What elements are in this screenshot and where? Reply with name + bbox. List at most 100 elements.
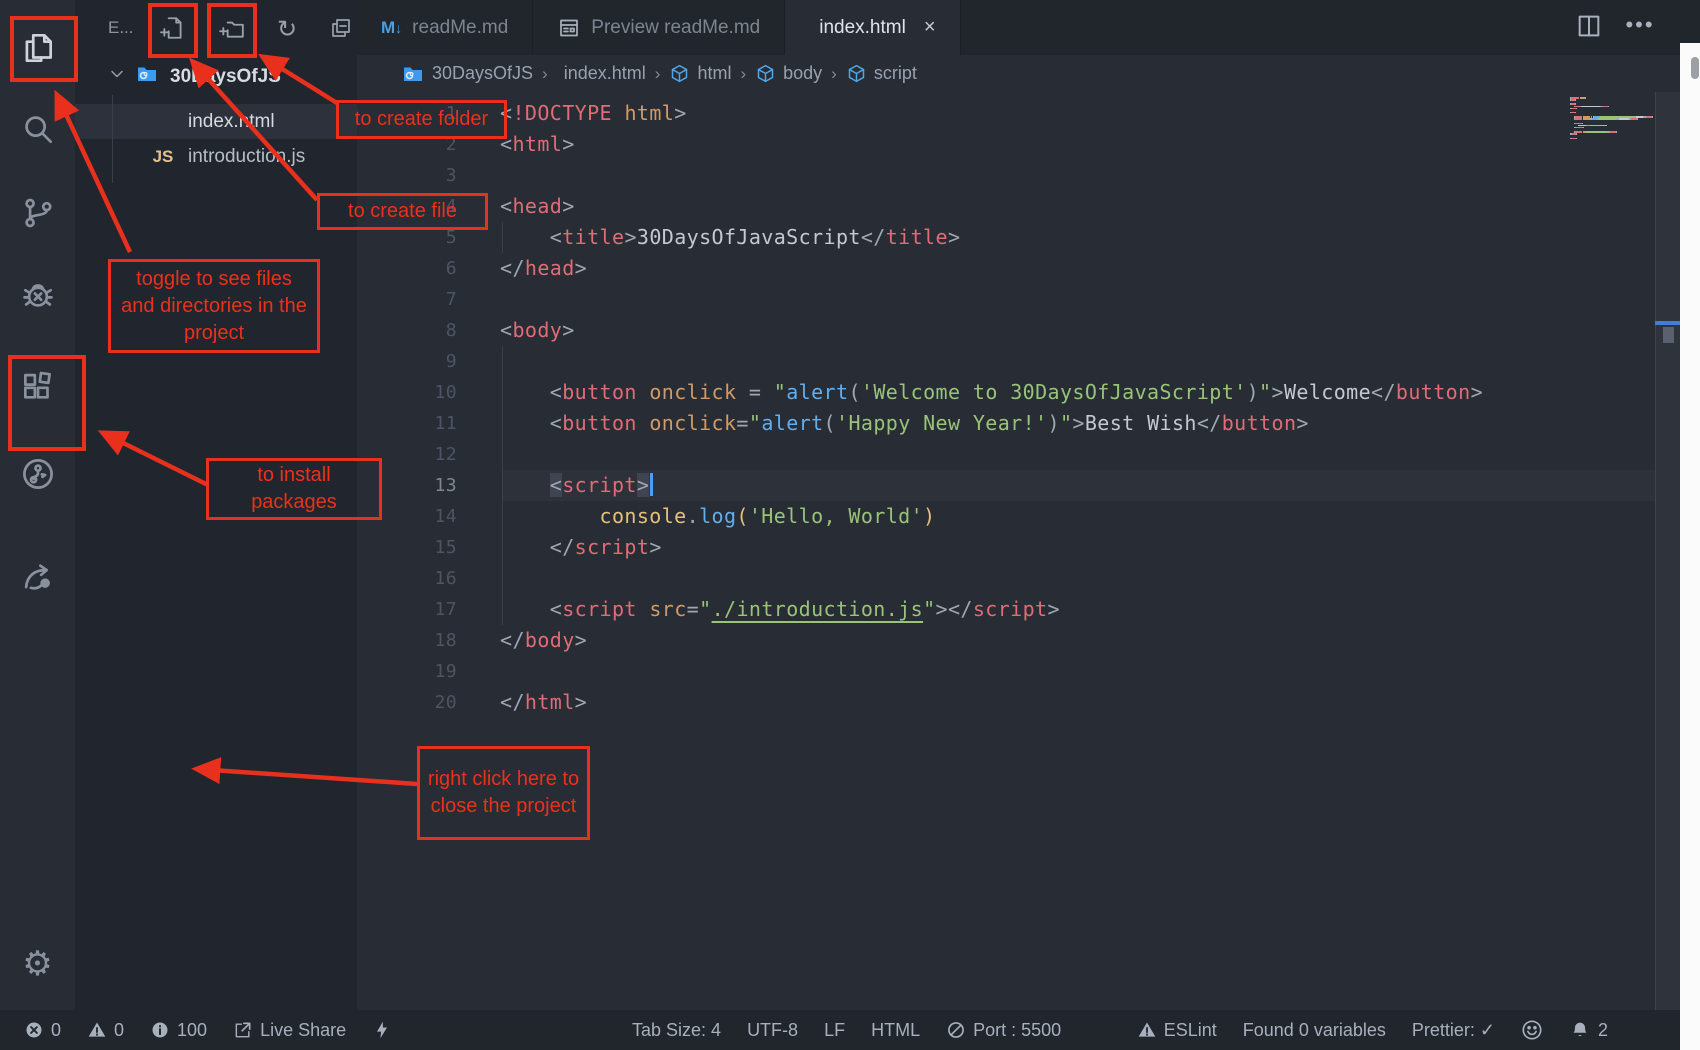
code-line-17: 17 <script src="./introduction.js"></scr… [357,594,1680,625]
breadcrumb-item-30DaysOfJS[interactable]: 30DaysOfJS [401,62,533,86]
minimap-line [1570,138,1655,140]
info-icon [150,1020,170,1040]
status-eol[interactable]: LF [824,1020,845,1041]
code-line-20: 20</html> [357,687,1680,718]
status-port[interactable]: Port : 5500 [946,1020,1061,1041]
code-editor[interactable]: 1<!DOCTYPE html>2<html>34<head>5 <title>… [357,92,1680,1010]
status-variables[interactable]: Found 0 variables [1243,1020,1386,1041]
smiley-icon [1521,1019,1543,1041]
more-actions-button[interactable]: ••• [1624,12,1656,44]
new-file-button[interactable] [153,10,193,50]
tab-bar: M↓readMe.md Preview readMe.md index.html × [357,0,1680,55]
status-label: Port : 5500 [973,1020,1061,1041]
status-notifications[interactable]: 2 [1569,1019,1608,1041]
activity-item-extensions[interactable] [0,367,75,411]
activity-item-live-share[interactable] [0,556,75,600]
gear-icon: ⚙ [22,947,52,981]
preview-icon [557,16,581,40]
code-text: <button onclick = "alert('Welcome to 30D… [500,377,1483,408]
line-number: 19 [412,656,457,687]
tab-label: Preview readMe.md [591,17,760,39]
status-tab-size[interactable]: Tab Size: 4 [632,1020,721,1041]
minimap[interactable] [1570,97,1655,140]
code-line-14: 14 console.log('Hello, World') [357,501,1680,532]
status-label: 0 [114,1020,124,1041]
status-eslint[interactable]: ESLint [1137,1020,1217,1041]
split-editor-button[interactable] [1573,12,1605,44]
breadcrumb: 30DaysOfJS›index.html›html›body›script [357,55,1680,92]
project-root-row[interactable]: 30DaysOfJS [75,60,357,94]
status-label: ESLint [1164,1020,1217,1041]
line-number: 7 [412,284,457,315]
editor-scrollbar[interactable] [1655,92,1681,1010]
status-live-share[interactable]: Live Share [233,1020,346,1041]
tab-label: index.html [819,17,906,39]
explorer-title: E... [108,18,134,38]
activity-item-settings[interactable]: ⚙ [0,942,75,986]
tree-indent-guide [112,95,113,183]
activity-item-remote-fork[interactable] [0,454,75,498]
activity-item-explorer[interactable] [0,28,75,72]
close-icon[interactable]: × [924,16,936,39]
status-feedback[interactable] [1521,1019,1543,1041]
code-text: </script> [500,532,662,563]
file-label: introduction.js [188,146,305,168]
files-icon [19,29,57,72]
line-number: 2 [412,129,457,160]
chevron-right-icon: › [831,64,837,84]
status-infos[interactable]: 100 [150,1020,207,1041]
status-quick-action[interactable] [372,1020,392,1040]
code-text: </body> [500,625,587,656]
new-folder-button[interactable] [212,10,252,50]
text-cursor [650,473,653,496]
status-label: 0 [51,1020,61,1041]
status-label: HTML [871,1020,920,1041]
line-number: 9 [412,346,457,377]
code-line-1: 1<!DOCTYPE html> [357,98,1680,129]
line-number: 16 [412,563,457,594]
activity-bar: ⚙ [0,0,75,1010]
line-number: 13 [412,470,457,501]
status-prettier[interactable]: Prettier: ✓ [1412,1020,1495,1041]
source-control-icon [19,194,57,237]
line-number: 12 [412,439,457,470]
status-language[interactable]: HTML [871,1020,920,1041]
line-number: 3 [412,160,457,191]
ellipsis-icon: ••• [1625,19,1654,37]
chevron-right-icon: › [655,64,661,84]
refresh-button[interactable]: ↻ [267,10,307,50]
collapse-all-button[interactable] [321,10,361,50]
status-warnings[interactable]: 0 [87,1020,124,1041]
status-encoding[interactable]: UTF-8 [747,1020,798,1041]
status-label: Live Share [260,1020,346,1041]
share-arrow-icon [19,557,57,600]
file-item-index.html[interactable]: index.html [75,104,357,139]
line-number: 14 [412,501,457,532]
line-number: 11 [412,408,457,439]
code-line-16: 16 [357,563,1680,594]
code-line-4: 4<head> [357,191,1680,222]
breadcrumb-item-script[interactable]: script [846,63,917,84]
scrollbar-thumb[interactable] [1663,327,1674,343]
chevron-down-icon[interactable] [107,64,127,90]
activity-item-source-control[interactable] [0,193,75,237]
tab-index.html[interactable]: index.html × [785,0,960,55]
activity-item-search[interactable] [0,109,75,153]
status-right: ESLint Found 0 variables Prettier: ✓ 2 [1137,1010,1608,1050]
project-root-label: 30DaysOfJS [170,66,281,88]
code-text: <!DOCTYPE html> [500,98,687,129]
activity-item-run-debug[interactable] [0,275,75,319]
tab-readMe.md[interactable]: M↓readMe.md [357,0,533,55]
status-label: 2 [1598,1020,1608,1041]
code-line-19: 19 [357,656,1680,687]
breadcrumb-item-body[interactable]: body [755,63,822,84]
tab-Preview readMe.md[interactable]: Preview readMe.md [533,0,785,55]
line-number: 4 [412,191,457,222]
chevron-right-icon: › [740,64,746,84]
error-icon [24,1020,44,1040]
status-errors[interactable]: 0 [24,1020,61,1041]
collapse-icon [329,16,353,45]
breadcrumb-item-html[interactable]: html [669,63,731,84]
file-item-introduction.js[interactable]: JSintroduction.js [75,139,357,174]
breadcrumb-item-index.html[interactable]: index.html [557,63,646,84]
